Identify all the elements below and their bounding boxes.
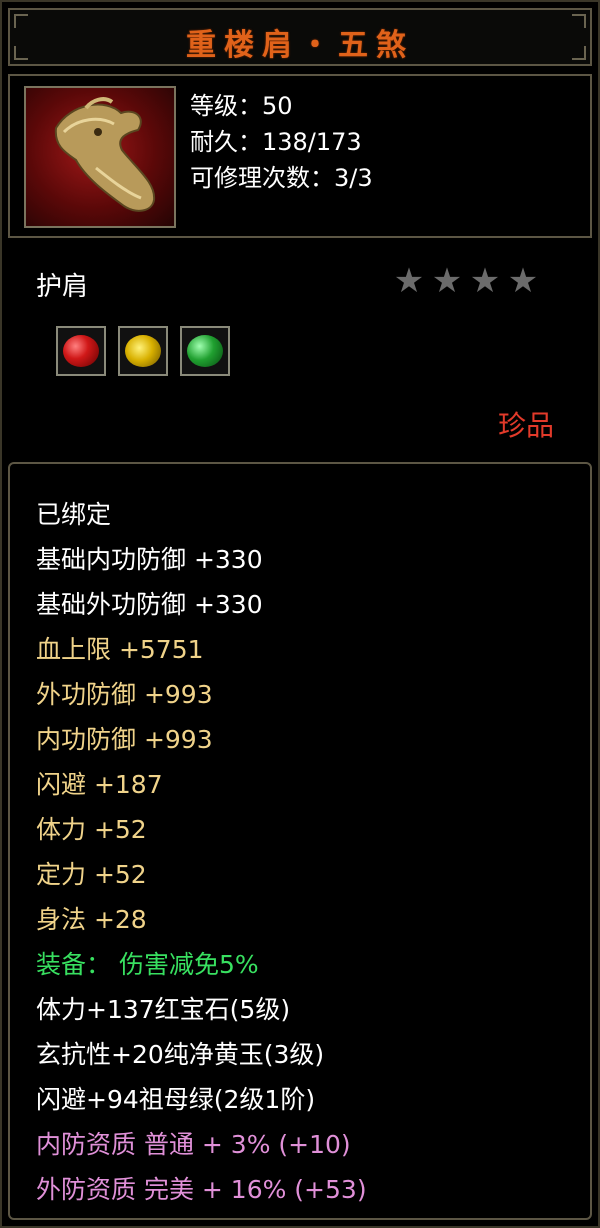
attr-inner-def: 内功防御 +993 — [36, 725, 213, 754]
attr-stamina: 体力 +52 — [36, 815, 147, 844]
topaz-gem-icon[interactable] — [118, 326, 168, 376]
attr-dodge: 闪避 +187 — [36, 770, 163, 799]
item-type-label: 护肩 — [36, 272, 89, 302]
inner-def-quality: 内防资质 普通 + 3% (+10) — [36, 1130, 351, 1159]
gem-bonus-2: 玄抗性+20纯净黄玉(3级) — [36, 1040, 325, 1069]
item-stats: 等级：50 耐久：138/173 可修理次数：3/3 — [190, 88, 373, 196]
attr-base-outer-def: 基础外功防御 +330 — [36, 590, 263, 619]
equip-effect: 装备： 伤害减免5% — [36, 950, 259, 979]
bound-status: 已绑定 — [36, 500, 112, 529]
repair-count-text: 可修理次数：3/3 — [190, 164, 373, 192]
quality-label: 珍品 — [497, 409, 554, 442]
outer-def-quality: 外防资质 完美 + 16% (+53) — [36, 1175, 367, 1204]
ruby-gem-icon[interactable] — [56, 326, 106, 376]
shoulder-armor-icon — [24, 86, 176, 228]
attribute-panel: 已绑定 基础内功防御 +330 基础外功防御 +330 血上限 +5751 外功… — [8, 462, 592, 1220]
item-title: 重楼肩・五煞 — [186, 28, 414, 63]
gem-sockets — [56, 326, 230, 376]
star-icon: ★ — [431, 261, 463, 301]
star-icon: ★ — [469, 261, 501, 301]
attribute-list: 已绑定 基础内功防御 +330 基础外功防御 +330 血上限 +5751 外功… — [36, 492, 367, 1212]
gem-bonus-3: 闪避+94祖母绿(2级1阶) — [36, 1085, 316, 1114]
star-icon: ★ — [507, 261, 539, 301]
attr-focus: 定力 +52 — [36, 860, 147, 889]
attr-agility: 身法 +28 — [36, 905, 147, 934]
item-header: 等级：50 耐久：138/173 可修理次数：3/3 — [8, 74, 592, 238]
gem-bonus-1: 体力+137红宝石(5级) — [36, 995, 291, 1024]
title-bar: 重楼肩・五煞 — [8, 8, 592, 66]
star-icon: ★ — [393, 261, 425, 301]
emerald-gem-icon[interactable] — [180, 326, 230, 376]
level-text: 等级：50 — [190, 92, 293, 120]
durability-text: 耐久：138/173 — [190, 128, 362, 156]
attr-hp-max: 血上限 +5751 — [36, 635, 204, 664]
attr-base-inner-def: 基础内功防御 +330 — [36, 545, 263, 574]
attr-outer-def: 外功防御 +993 — [36, 680, 213, 709]
star-rating: ★ ★ ★ ★ — [392, 264, 540, 298]
